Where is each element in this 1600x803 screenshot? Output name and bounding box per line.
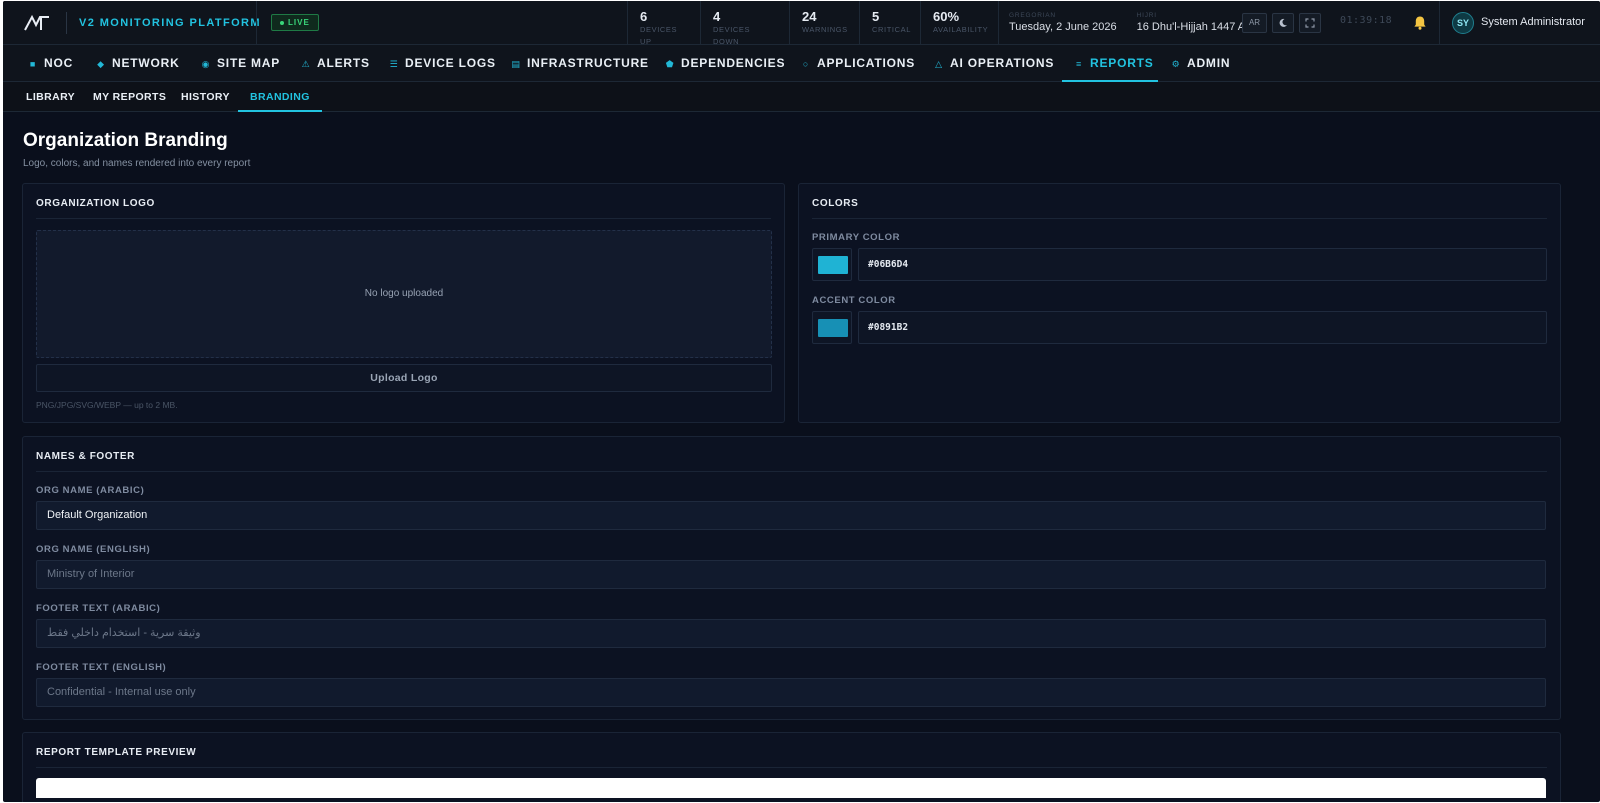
upload-logo-button[interactable]: Upload Logo <box>36 364 772 392</box>
org-name-arabic-input[interactable]: Default Organization <box>36 501 1546 530</box>
fullscreen-button[interactable] <box>1299 13 1321 33</box>
square-icon: ■ <box>29 59 37 69</box>
main-nav: ■ NOC ◆ NETWORK ◉ SITE MAP ⚠ ALERTS ☰ DEVICE … <box>3 45 1600 82</box>
brand-title: V2 MONITORING PLATFORM <box>66 12 261 34</box>
nav-item-reports[interactable]: ≡ REPORTS <box>1062 45 1158 82</box>
sub-nav: LIBRARY MY REPORTS HISTORY BRANDING <box>3 82 1600 112</box>
bell-icon[interactable] <box>1411 14 1429 32</box>
date-display: GREGORIAN Tuesday, 2 June 2026 HIJRI 16 … <box>998 1 1263 45</box>
app-window: V2 MONITORING PLATFORM LIVE 6 DEVICES UP… <box>3 1 1600 802</box>
nav-item-device-logs[interactable]: ☰ DEVICE LOGS <box>389 45 496 82</box>
nav-item-network[interactable]: ◆ NETWORK <box>96 45 180 82</box>
app-logo-icon <box>24 14 49 31</box>
pentagon-icon: ⬟ <box>665 59 675 69</box>
nav-item-noc[interactable]: ■ NOC <box>28 45 73 82</box>
no-logo-text: No logo uploaded <box>364 288 444 299</box>
tab-library[interactable]: LIBRARY <box>26 82 75 112</box>
nav-item-admin[interactable]: ⚙ ADMIN <box>1171 45 1230 82</box>
footer-text-arabic-label: FOOTER TEXT (ARABIC) <box>36 603 161 614</box>
accent-color-label: ACCENT COLOR <box>812 295 896 306</box>
triangle-icon: △ <box>935 59 943 69</box>
report-icon: ≡ <box>1075 59 1083 69</box>
footer-text-arabic-input[interactable]: وثيقة سرية - استخدام داخلي فقط <box>36 619 1546 648</box>
clock: 01:39:18 <box>1340 15 1393 26</box>
footer-text-english-label: FOOTER TEXT (ENGLISH) <box>36 662 167 673</box>
report-preview-sheet <box>36 778 1546 798</box>
nav-item-ai-operations[interactable]: △ AI OPERATIONS <box>934 45 1054 82</box>
report-preview-card: REPORT TEMPLATE PREVIEW <box>22 732 1561 802</box>
stat-warnings[interactable]: 24 WARNINGS <box>789 1 859 45</box>
tab-branding[interactable]: BRANDING <box>238 82 322 112</box>
top-bar: V2 MONITORING PLATFORM LIVE 6 DEVICES UP… <box>3 1 1600 46</box>
upload-hint: PNG/JPG/SVG/WEBP — up to 2 MB. <box>36 400 178 410</box>
accent-color-input[interactable]: #0891B2 <box>858 311 1547 344</box>
warning-icon: ⚠ <box>301 59 311 69</box>
names-footer-card: NAMES & FOOTER ORG NAME (ARABIC) Default… <box>22 436 1561 720</box>
nav-item-applications[interactable]: ○ APPLICATIONS <box>801 45 915 82</box>
target-icon: ◉ <box>201 59 211 69</box>
gregorian-date: GREGORIAN Tuesday, 2 June 2026 <box>1009 12 1117 33</box>
live-dot-icon <box>280 20 284 25</box>
moon-icon <box>1279 18 1287 27</box>
colors-card: COLORS PRIMARY COLOR #06B6D4 ACCENT COLO… <box>798 183 1561 423</box>
logo-dropzone[interactable]: No logo uploaded <box>36 230 772 358</box>
stat-critical[interactable]: 5 CRITICAL <box>859 1 920 45</box>
server-icon: ▤ <box>511 59 521 69</box>
diamond-icon: ◆ <box>97 59 105 69</box>
nav-item-dependencies[interactable]: ⬟ DEPENDENCIES <box>665 45 785 82</box>
tab-history[interactable]: HISTORY <box>181 82 230 112</box>
org-name-english-label: ORG NAME (ENGLISH) <box>36 544 151 555</box>
logo-card: ORGANIZATION LOGO No logo uploaded Uploa… <box>22 183 785 423</box>
org-name-arabic-label: ORG NAME (ARABIC) <box>36 485 145 496</box>
card-heading: REPORT TEMPLATE PREVIEW <box>36 747 197 758</box>
nav-item-alerts[interactable]: ⚠ ALERTS <box>301 45 370 82</box>
language-toggle-button[interactable]: AR <box>1242 13 1267 33</box>
card-heading: NAMES & FOOTER <box>36 451 135 462</box>
accent-color-swatch <box>818 319 848 337</box>
live-badge: LIVE <box>271 14 319 31</box>
tab-my-reports[interactable]: MY REPORTS <box>93 82 166 112</box>
avatar[interactable]: SY <box>1452 12 1474 34</box>
primary-color-input[interactable]: #06B6D4 <box>858 248 1547 281</box>
page-subtitle: Logo, colors, and names rendered into ev… <box>23 158 251 169</box>
card-heading: ORGANIZATION LOGO <box>36 198 155 209</box>
accent-color-picker[interactable] <box>812 311 852 344</box>
page-title: Organization Branding <box>23 130 228 151</box>
gear-icon: ⚙ <box>1171 59 1181 69</box>
stat-devices-up[interactable]: 6 DEVICES UP <box>627 1 700 46</box>
primary-color-label: PRIMARY COLOR <box>812 232 901 243</box>
theme-toggle-button[interactable] <box>1272 13 1294 33</box>
stat-devices-down[interactable]: 4 DEVICES DOWN <box>700 1 789 46</box>
card-heading: COLORS <box>812 198 859 209</box>
nav-item-site-map[interactable]: ◉ SITE MAP <box>201 45 280 82</box>
circle-icon: ○ <box>802 59 810 69</box>
user-name[interactable]: System Administrator <box>1481 16 1585 28</box>
org-name-english-input[interactable]: Ministry of Interior <box>36 560 1546 589</box>
list-icon: ☰ <box>389 59 399 69</box>
primary-color-picker[interactable] <box>812 248 852 281</box>
nav-item-infrastructure[interactable]: ▤ INFRASTRUCTURE <box>511 45 649 82</box>
stat-availability[interactable]: 60% AVAILABILITY <box>920 1 998 45</box>
primary-color-swatch <box>818 256 848 274</box>
footer-text-english-input[interactable]: Confidential - Internal use only <box>36 678 1546 707</box>
fullscreen-icon <box>1305 18 1315 28</box>
stats-strip: 6 DEVICES UP 4 DEVICES DOWN 24 WARNINGS … <box>627 1 998 46</box>
